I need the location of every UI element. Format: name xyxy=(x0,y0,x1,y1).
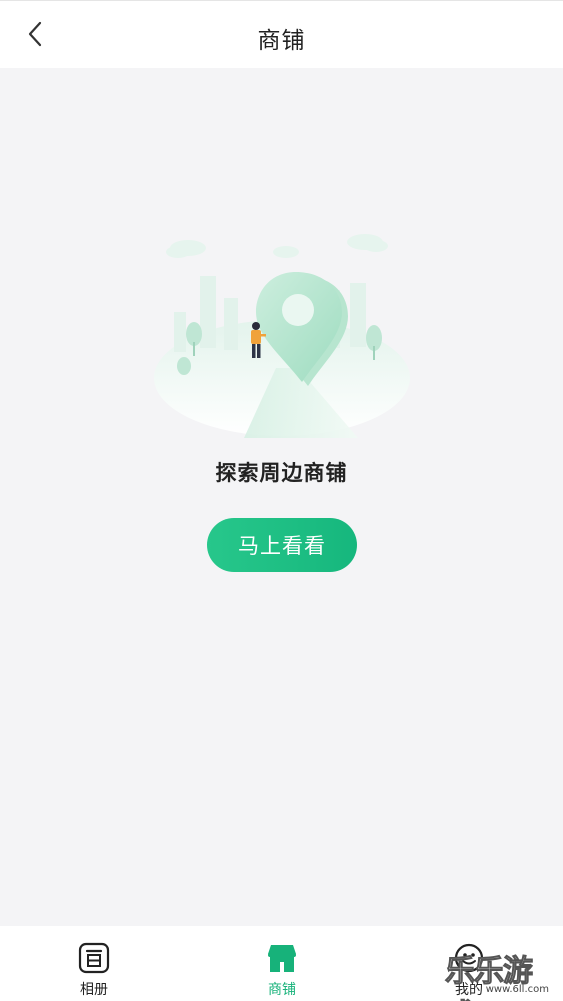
explore-nearby-shops-text: 探索周边商铺 xyxy=(215,461,348,485)
tab-label-mine: 我的 xyxy=(455,982,483,998)
shop-icon xyxy=(268,945,296,972)
tab-shop[interactable]: 商铺 xyxy=(222,926,342,1001)
tab-mine[interactable]: 我的 xyxy=(409,926,529,1001)
album-icon xyxy=(78,942,110,974)
map-location-pin-illustration xyxy=(148,228,416,442)
tab-label-album: 相册 xyxy=(80,982,108,998)
tab-label-shop: 商铺 xyxy=(268,982,296,998)
bottom-tab-bar: 相册 商铺 我的 xyxy=(0,926,563,1001)
main-content: 探索周边商铺 马上看看 xyxy=(0,68,563,926)
view-now-button[interactable]: 马上看看 xyxy=(207,518,357,572)
smiley-face-icon xyxy=(454,943,484,973)
page-title: 商铺 xyxy=(257,28,306,54)
tab-album[interactable]: 相册 xyxy=(34,926,154,1001)
top-bar: 商铺 xyxy=(0,0,563,68)
